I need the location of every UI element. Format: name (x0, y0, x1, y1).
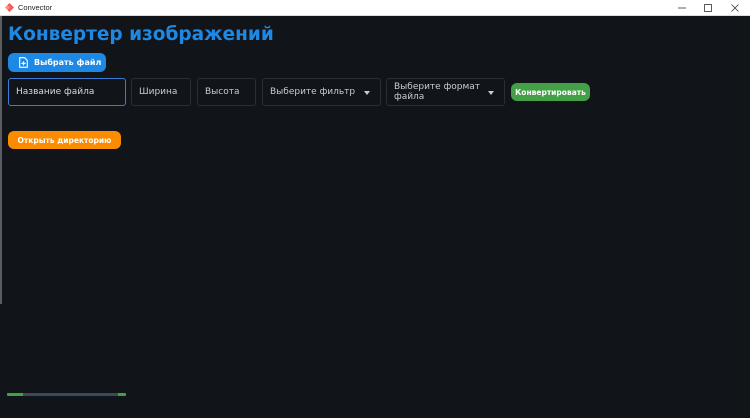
progress-indicator (7, 393, 23, 396)
width-placeholder: Ширина (139, 87, 178, 97)
height-placeholder: Высота (205, 87, 240, 97)
app-window: Convector Конвертер изображений Выбрать … (0, 0, 750, 418)
convert-button[interactable]: Конвертировать (511, 83, 590, 101)
file-add-icon (19, 57, 28, 68)
open-directory-label: Открыть директорию (17, 135, 112, 145)
format-select-value: Выберите формат файла (394, 82, 481, 102)
chevron-down-icon (364, 91, 370, 95)
height-input[interactable]: Высота (197, 78, 256, 106)
convert-label: Конвертировать (515, 87, 586, 97)
progress-indicator (118, 393, 126, 396)
close-button[interactable] (720, 0, 750, 15)
window-edge (0, 16, 2, 304)
page-title: Конвертер изображений (8, 24, 274, 45)
pick-file-label: Выбрать файл (34, 58, 102, 67)
format-select[interactable]: Выберите формат файла (386, 78, 505, 106)
filename-input[interactable]: Название файла (8, 78, 126, 106)
maximize-button[interactable] (693, 0, 723, 15)
width-input[interactable]: Ширина (131, 78, 191, 106)
minimize-icon (678, 7, 686, 8)
title-bar: Convector (0, 0, 750, 16)
open-directory-button[interactable]: Открыть директорию (8, 131, 121, 149)
filter-select-value: Выберите фильтр (270, 87, 356, 97)
progress-bar (7, 393, 126, 396)
window-title: Convector (18, 3, 53, 12)
filename-placeholder: Название файла (16, 87, 95, 97)
maximize-icon (704, 3, 712, 12)
app-logo-icon (5, 3, 14, 12)
chevron-down-icon (488, 91, 494, 95)
close-icon (731, 3, 739, 12)
pick-file-button[interactable]: Выбрать файл (8, 53, 106, 72)
filter-select[interactable]: Выберите фильтр (262, 78, 381, 106)
